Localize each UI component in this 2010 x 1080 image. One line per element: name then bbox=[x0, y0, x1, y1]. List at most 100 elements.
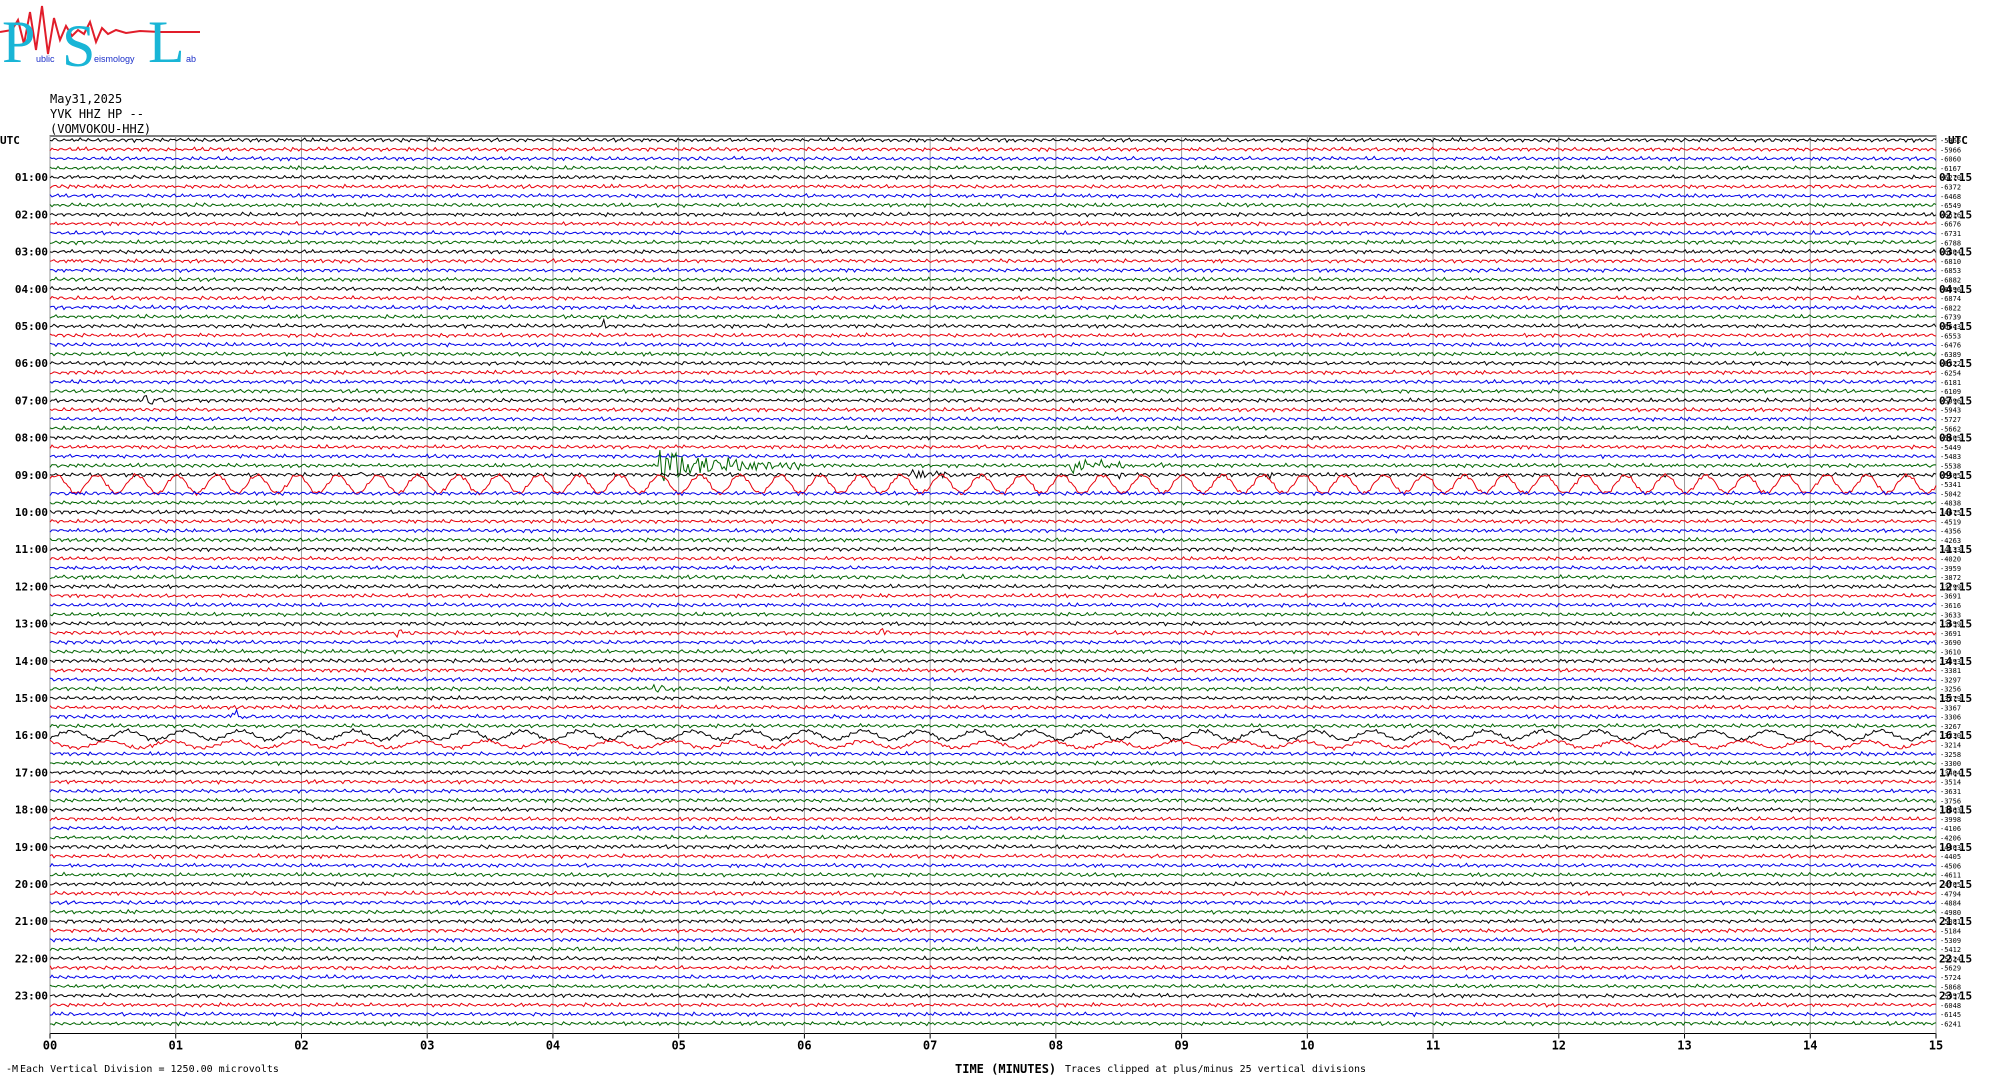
offset-label-53: -3691 bbox=[1940, 630, 1961, 638]
hour-label-left-5: 05:00 bbox=[15, 320, 48, 333]
trace-84 bbox=[49, 918, 1937, 925]
trace-3 bbox=[49, 164, 1937, 171]
trace-11 bbox=[49, 239, 1937, 246]
hour-label-right-21: 21:15 bbox=[1939, 915, 1972, 928]
hour-label-right-14: 14:15 bbox=[1939, 655, 1972, 668]
x-tick-label-08: 08 bbox=[1049, 1039, 1063, 1053]
hour-label-left-7: 07:00 bbox=[15, 394, 48, 407]
trace-85 bbox=[49, 927, 1937, 934]
offset-label-54: -3690 bbox=[1940, 639, 1961, 647]
hour-label-right-13: 13:15 bbox=[1939, 618, 1972, 631]
offset-label-1: -5966 bbox=[1940, 146, 1961, 154]
x-tick-label-05: 05 bbox=[671, 1039, 685, 1053]
hour-label-left-10: 10:00 bbox=[15, 506, 48, 519]
hour-label-right-1: 01:15 bbox=[1939, 171, 1972, 184]
trace-63 bbox=[49, 722, 1937, 729]
hour-label-right-10: 10:15 bbox=[1939, 506, 1972, 519]
trace-50 bbox=[49, 601, 1937, 609]
hour-label-right-9: 09:15 bbox=[1939, 469, 1972, 482]
trace-44 bbox=[49, 546, 1937, 553]
trace-56 bbox=[49, 657, 1937, 664]
offset-label-85: -5184 bbox=[1940, 928, 1961, 936]
hour-label-left-17: 17:00 bbox=[15, 766, 48, 779]
hour-label-right-17: 17:15 bbox=[1939, 766, 1972, 779]
trace-49 bbox=[49, 592, 1937, 599]
trace-71 bbox=[49, 797, 1937, 804]
trace-33 bbox=[49, 443, 1937, 450]
hour-label-left-3: 03:00 bbox=[15, 246, 48, 259]
trace-2 bbox=[49, 155, 1937, 162]
offset-label-5: -6372 bbox=[1940, 184, 1961, 192]
scale-note: Each Vertical Division = 1250.00 microvo… bbox=[20, 1064, 279, 1075]
hour-label-left-19: 19:00 bbox=[15, 841, 48, 854]
trace-15 bbox=[49, 276, 1937, 283]
trace-14 bbox=[49, 267, 1937, 274]
trace-93 bbox=[49, 1001, 1936, 1008]
trace-46 bbox=[49, 564, 1937, 571]
trace-17 bbox=[49, 294, 1937, 302]
hour-label-right-8: 08:15 bbox=[1939, 432, 1972, 445]
trace-31 bbox=[49, 425, 1937, 432]
trace-64 bbox=[49, 728, 1937, 743]
trace-28 bbox=[49, 394, 1937, 405]
trace-57 bbox=[49, 667, 1937, 674]
hour-label-right-4: 04:15 bbox=[1939, 283, 1972, 296]
hour-label-right-11: 11:15 bbox=[1939, 543, 1972, 556]
trace-30 bbox=[49, 415, 1937, 423]
offset-label-38: -5042 bbox=[1940, 490, 1961, 498]
offset-label-58: -3297 bbox=[1940, 676, 1961, 684]
trace-82 bbox=[49, 899, 1937, 906]
hour-label-left-11: 11:00 bbox=[15, 543, 48, 556]
trace-75 bbox=[49, 834, 1937, 841]
hour-label-right-2: 02:15 bbox=[1939, 208, 1972, 221]
offset-label-61: -3367 bbox=[1940, 704, 1961, 712]
offset-label-29: -5943 bbox=[1940, 407, 1961, 415]
trace-67 bbox=[50, 760, 1937, 767]
trace-58 bbox=[49, 676, 1937, 683]
x-tick-label-03: 03 bbox=[420, 1039, 434, 1053]
offset-label-66: -3258 bbox=[1940, 751, 1961, 759]
offset-label-78: -4506 bbox=[1940, 862, 1961, 870]
x-tick-label-11: 11 bbox=[1426, 1039, 1440, 1053]
x-tick-label-07: 07 bbox=[923, 1039, 937, 1053]
trace-21 bbox=[49, 332, 1937, 339]
trace-0 bbox=[49, 136, 1937, 144]
x-tick-label-12: 12 bbox=[1552, 1039, 1566, 1053]
trace-70 bbox=[49, 787, 1937, 795]
trace-62 bbox=[49, 708, 1937, 720]
offset-label-30: -5727 bbox=[1940, 416, 1961, 424]
x-axis-title: TIME (MINUTES) bbox=[955, 1062, 1057, 1076]
offset-label-62: -3306 bbox=[1940, 714, 1961, 722]
hour-label-left-15: 15:00 bbox=[15, 692, 48, 705]
offset-label-82: -4884 bbox=[1940, 900, 1961, 908]
offset-label-22: -6476 bbox=[1940, 342, 1961, 350]
hour-label-right-19: 19:15 bbox=[1939, 841, 1972, 854]
offset-label-41: -4519 bbox=[1940, 518, 1961, 526]
hour-label-left-16: 16:00 bbox=[15, 729, 48, 742]
trace-42 bbox=[49, 527, 1937, 534]
offset-label-90: -5724 bbox=[1940, 974, 1961, 982]
trace-18 bbox=[49, 304, 1937, 311]
hour-label-left-1: 01:00 bbox=[15, 171, 48, 184]
trace-53 bbox=[49, 627, 1937, 639]
hour-label-left-12: 12:00 bbox=[15, 580, 48, 593]
offset-label-93: -6048 bbox=[1940, 1002, 1961, 1010]
offset-label-26: -6181 bbox=[1940, 379, 1961, 387]
trace-13 bbox=[49, 257, 1937, 265]
offset-label-14: -6853 bbox=[1940, 267, 1961, 275]
trace-27 bbox=[50, 387, 1937, 395]
seismogram-chart: 00 01 02 03 04 05 06 07 08 09 10 11 12 13 14 15-5965-59… bbox=[0, 134, 1972, 1053]
hour-label-right-16: 16:15 bbox=[1939, 729, 1972, 742]
x-tick-label-13: 13 bbox=[1677, 1039, 1691, 1053]
hour-label-left-9: 09:00 bbox=[15, 469, 48, 482]
trace-5 bbox=[49, 183, 1937, 190]
trace-69 bbox=[49, 778, 1937, 785]
offset-label-74: -4106 bbox=[1940, 825, 1961, 833]
trace-76 bbox=[49, 843, 1936, 850]
hour-label-right-7: 07:15 bbox=[1939, 394, 1972, 407]
hour-label-right-18: 18:15 bbox=[1939, 804, 1972, 817]
trace-68 bbox=[49, 769, 1937, 776]
offset-label-10: -6731 bbox=[1940, 230, 1961, 238]
hour-label-right-22: 22:15 bbox=[1939, 952, 1972, 965]
x-tick-label-10: 10 bbox=[1300, 1039, 1314, 1053]
